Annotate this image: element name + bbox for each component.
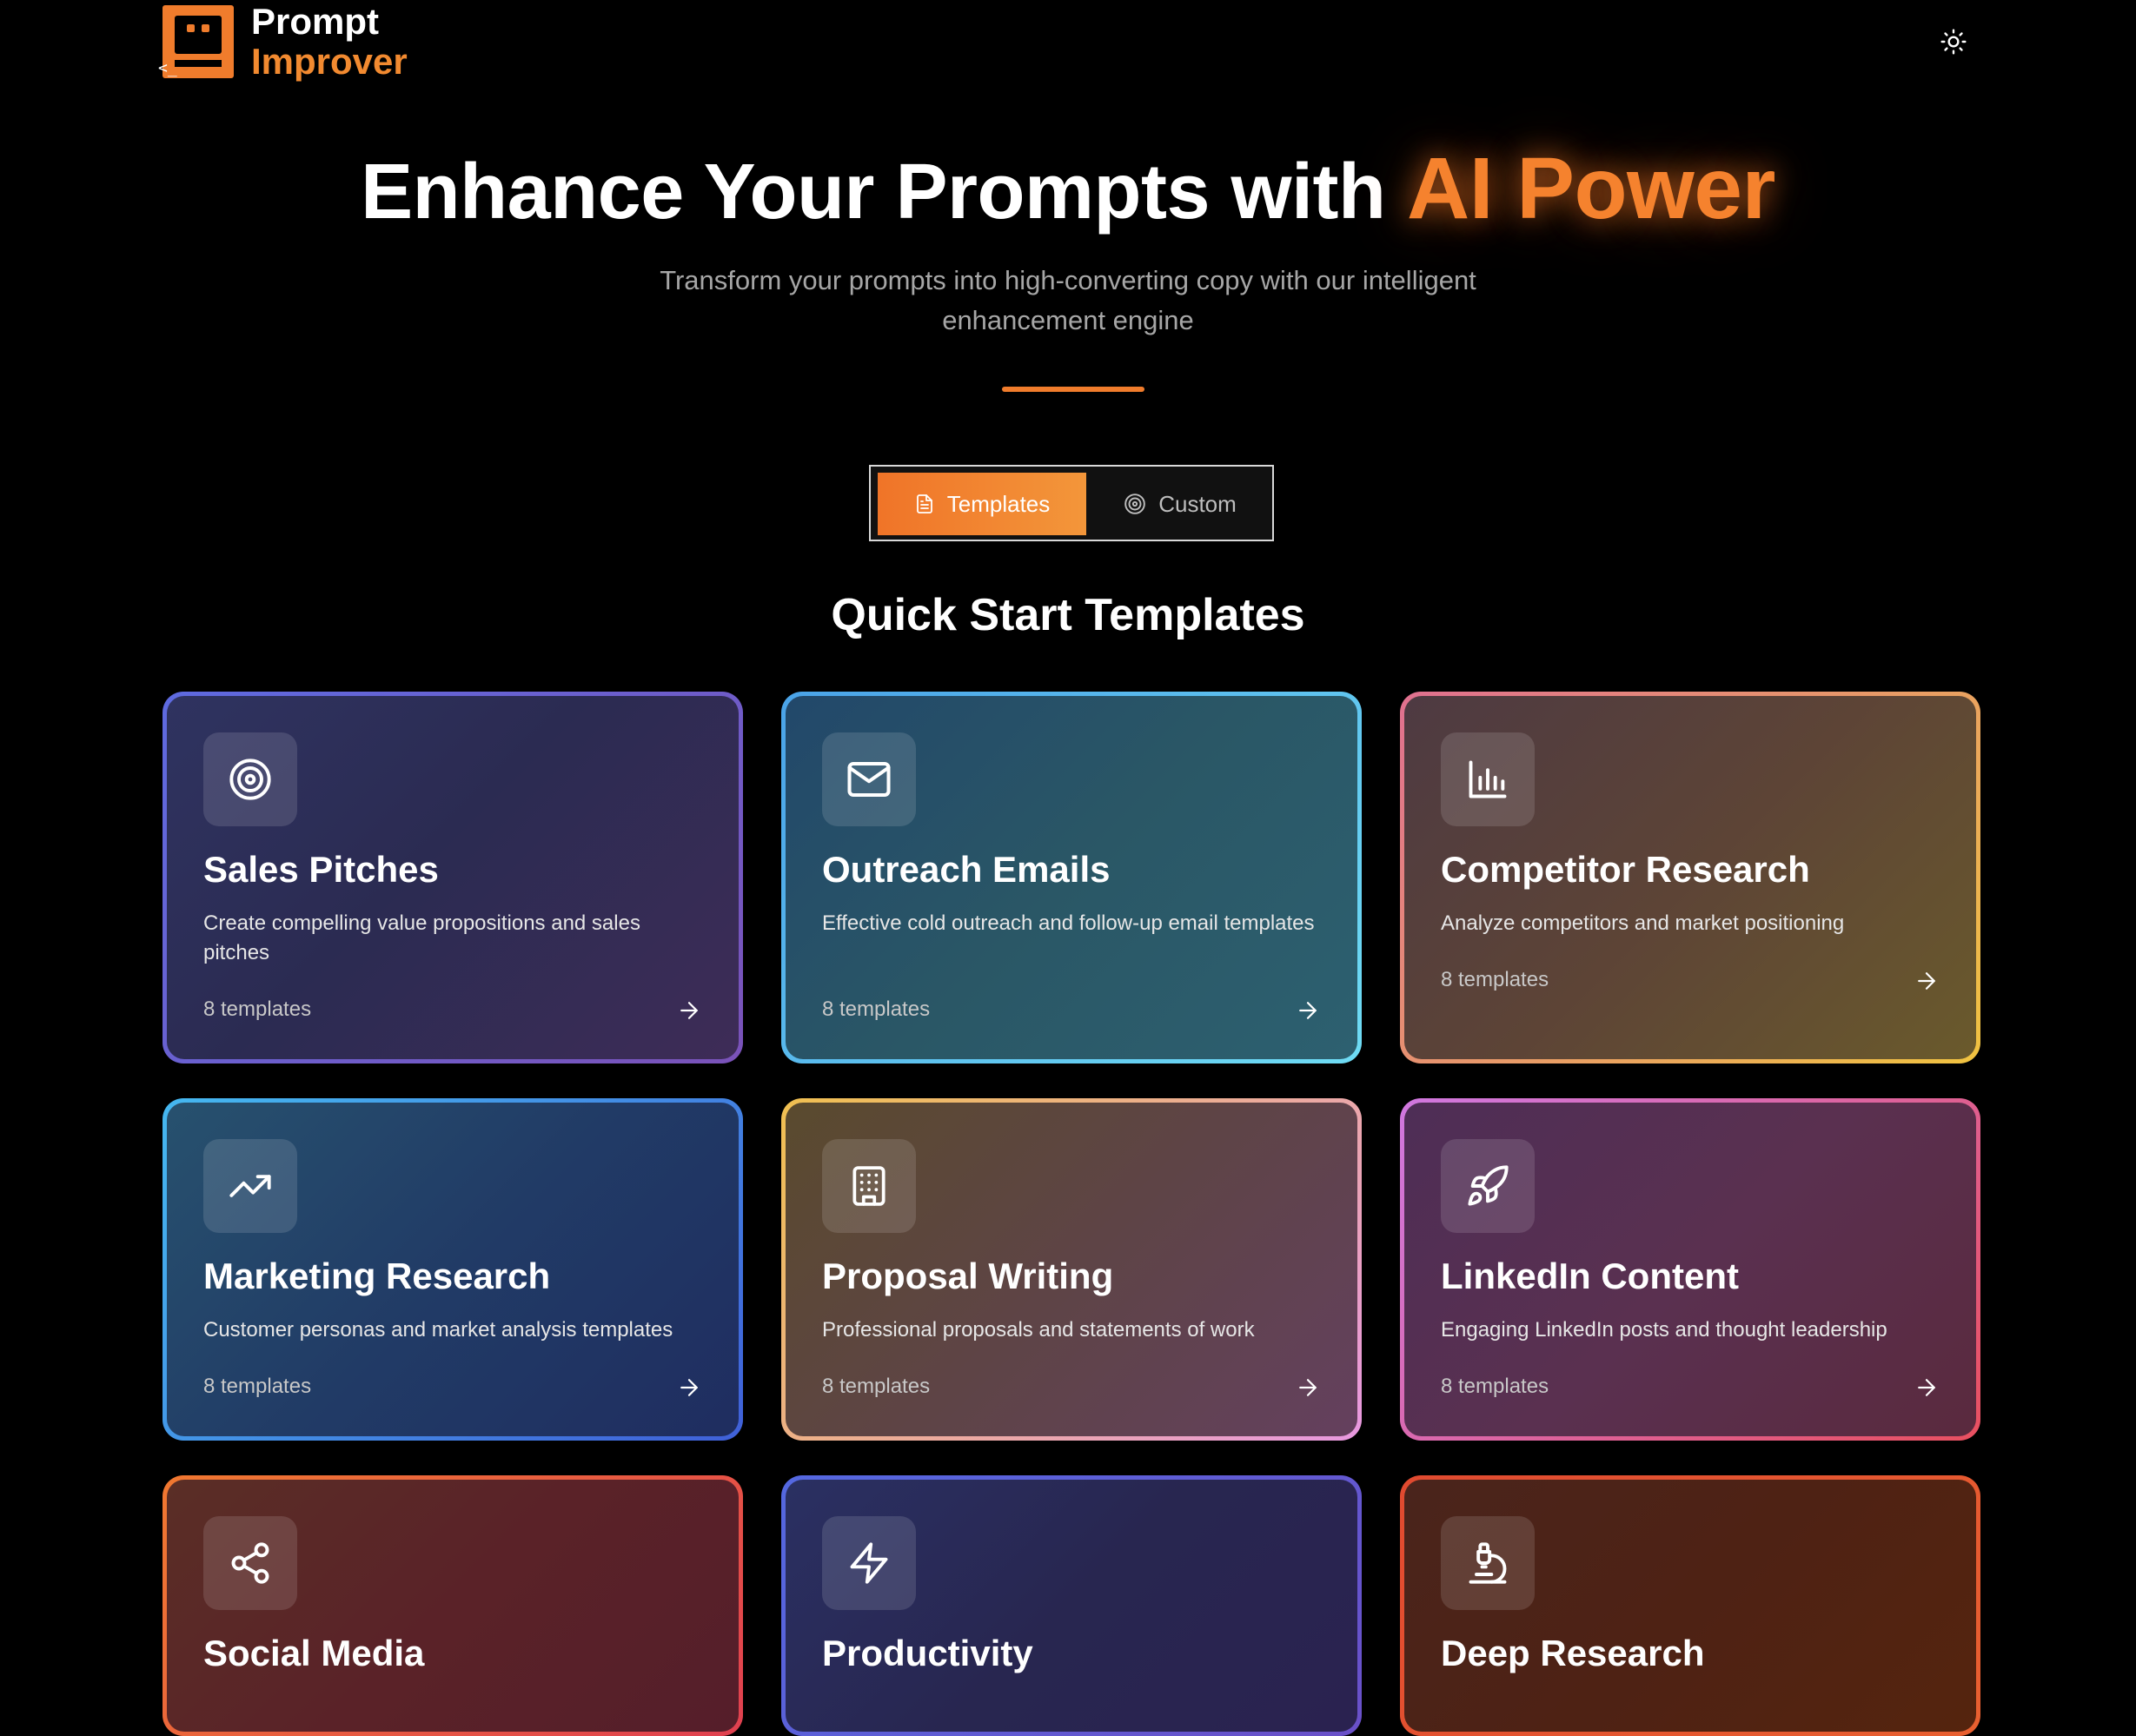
logo-text: Prompt Improver bbox=[251, 2, 408, 82]
microscope-icon bbox=[1469, 1542, 1507, 1584]
card-description: Customer personas and market analysis te… bbox=[203, 1318, 673, 1342]
card-title: LinkedIn Content bbox=[1441, 1256, 1739, 1296]
template-card-outreach-emails[interactable]: Outreach Emails Effective cold outreach … bbox=[781, 692, 1362, 1063]
card-description: Create compelling value propositions and… bbox=[203, 911, 640, 964]
hero-subtitle: Transform your prompts into high-convert… bbox=[660, 265, 1476, 335]
arrow-right-icon bbox=[1918, 1379, 1935, 1396]
tab-templates-label: Templates bbox=[946, 490, 1051, 517]
card-description: Professional proposals and statements of… bbox=[822, 1318, 1255, 1342]
card-template-count: 8 templates bbox=[822, 1375, 931, 1398]
hero-title-accent: AI Power bbox=[1406, 140, 1775, 237]
card-icon-box bbox=[822, 1139, 916, 1233]
template-card-proposal-writing[interactable]: Proposal Writing Professional proposals … bbox=[781, 1098, 1362, 1441]
rocket-icon bbox=[1468, 1165, 1509, 1206]
template-card-social-media[interactable]: Social Media bbox=[163, 1475, 743, 1736]
template-card-linkedin-content[interactable]: LinkedIn Content Engaging LinkedIn posts… bbox=[1400, 1098, 1980, 1441]
card-template-count: 8 templates bbox=[203, 997, 312, 1021]
template-card-productivity[interactable]: Productivity bbox=[781, 1475, 1362, 1736]
arrow-right-icon bbox=[680, 1379, 698, 1396]
hero-title: Enhance Your Prompts with AI Power bbox=[0, 139, 2136, 239]
tab-templates[interactable]: Templates bbox=[878, 473, 1086, 535]
app-logo[interactable]: <_ Prompt Improver bbox=[158, 2, 408, 82]
card-template-count: 8 templates bbox=[822, 997, 931, 1021]
template-card-deep-research[interactable]: Deep Research bbox=[1400, 1475, 1980, 1736]
card-template-count: 8 templates bbox=[1441, 1375, 1549, 1398]
tab-custom-label: Custom bbox=[1158, 490, 1237, 517]
mode-toggle: Templates Custom bbox=[869, 465, 1274, 541]
arrow-right-icon bbox=[1299, 1379, 1317, 1396]
card-icon-box bbox=[1441, 732, 1535, 826]
share-icon bbox=[231, 1542, 269, 1584]
card-title: Competitor Research bbox=[1441, 849, 1810, 890]
logo-line-1: Prompt bbox=[251, 1, 379, 42]
card-description: Effective cold outreach and follow-up em… bbox=[822, 911, 1315, 935]
theme-toggle-button[interactable] bbox=[1938, 26, 1969, 57]
hero-divider bbox=[1002, 387, 1144, 392]
hero-title-main: Enhance Your Prompts with bbox=[361, 149, 1407, 235]
template-card-sales-pitches[interactable]: Sales Pitches Create compelling value pr… bbox=[163, 692, 743, 1063]
card-template-count: 8 templates bbox=[1441, 968, 1549, 991]
target-icon bbox=[229, 759, 271, 800]
card-title: Marketing Research bbox=[203, 1256, 551, 1296]
logo-line-2: Improver bbox=[251, 41, 408, 82]
card-title: Productivity bbox=[822, 1633, 1033, 1673]
card-description: Engaging LinkedIn posts and thought lead… bbox=[1441, 1318, 1887, 1342]
bar-chart-icon bbox=[1469, 760, 1507, 798]
template-card-marketing-research[interactable]: Marketing Research Customer personas and… bbox=[163, 1098, 743, 1441]
mail-icon bbox=[847, 761, 891, 798]
template-card-competitor-research[interactable]: Competitor Research Analyze competitors … bbox=[1400, 692, 1980, 1063]
card-icon-box bbox=[1441, 1516, 1535, 1610]
section-title: Quick Start Templates bbox=[831, 590, 1305, 640]
card-title: Outreach Emails bbox=[822, 849, 1111, 890]
arrow-right-icon bbox=[1918, 972, 1935, 990]
card-title: Social Media bbox=[203, 1633, 425, 1673]
trending-up-icon bbox=[229, 1175, 271, 1197]
sun-icon bbox=[1940, 29, 1967, 55]
robot-logo-icon: <_ bbox=[158, 5, 234, 78]
card-icon-box bbox=[203, 1516, 297, 1610]
card-title: Sales Pitches bbox=[203, 849, 439, 890]
card-icon-box bbox=[203, 732, 297, 826]
arrow-right-icon bbox=[680, 1002, 698, 1019]
card-icon-box bbox=[822, 1516, 916, 1610]
target-icon bbox=[1124, 494, 1146, 514]
card-template-count: 8 templates bbox=[203, 1375, 312, 1398]
tab-custom[interactable]: Custom bbox=[1093, 473, 1267, 535]
document-icon bbox=[916, 494, 932, 514]
card-icon-box bbox=[822, 732, 916, 826]
card-description: Analyze competitors and market positioni… bbox=[1441, 911, 1845, 935]
card-title: Proposal Writing bbox=[822, 1256, 1114, 1296]
card-icon-box bbox=[1441, 1139, 1535, 1233]
card-title: Deep Research bbox=[1441, 1633, 1705, 1673]
arrow-right-icon bbox=[1299, 1002, 1317, 1019]
logo-prompt-glyph: <_ bbox=[158, 59, 177, 77]
building-icon bbox=[852, 1166, 886, 1206]
card-icon-box bbox=[203, 1139, 297, 1233]
zap-icon bbox=[850, 1542, 888, 1584]
